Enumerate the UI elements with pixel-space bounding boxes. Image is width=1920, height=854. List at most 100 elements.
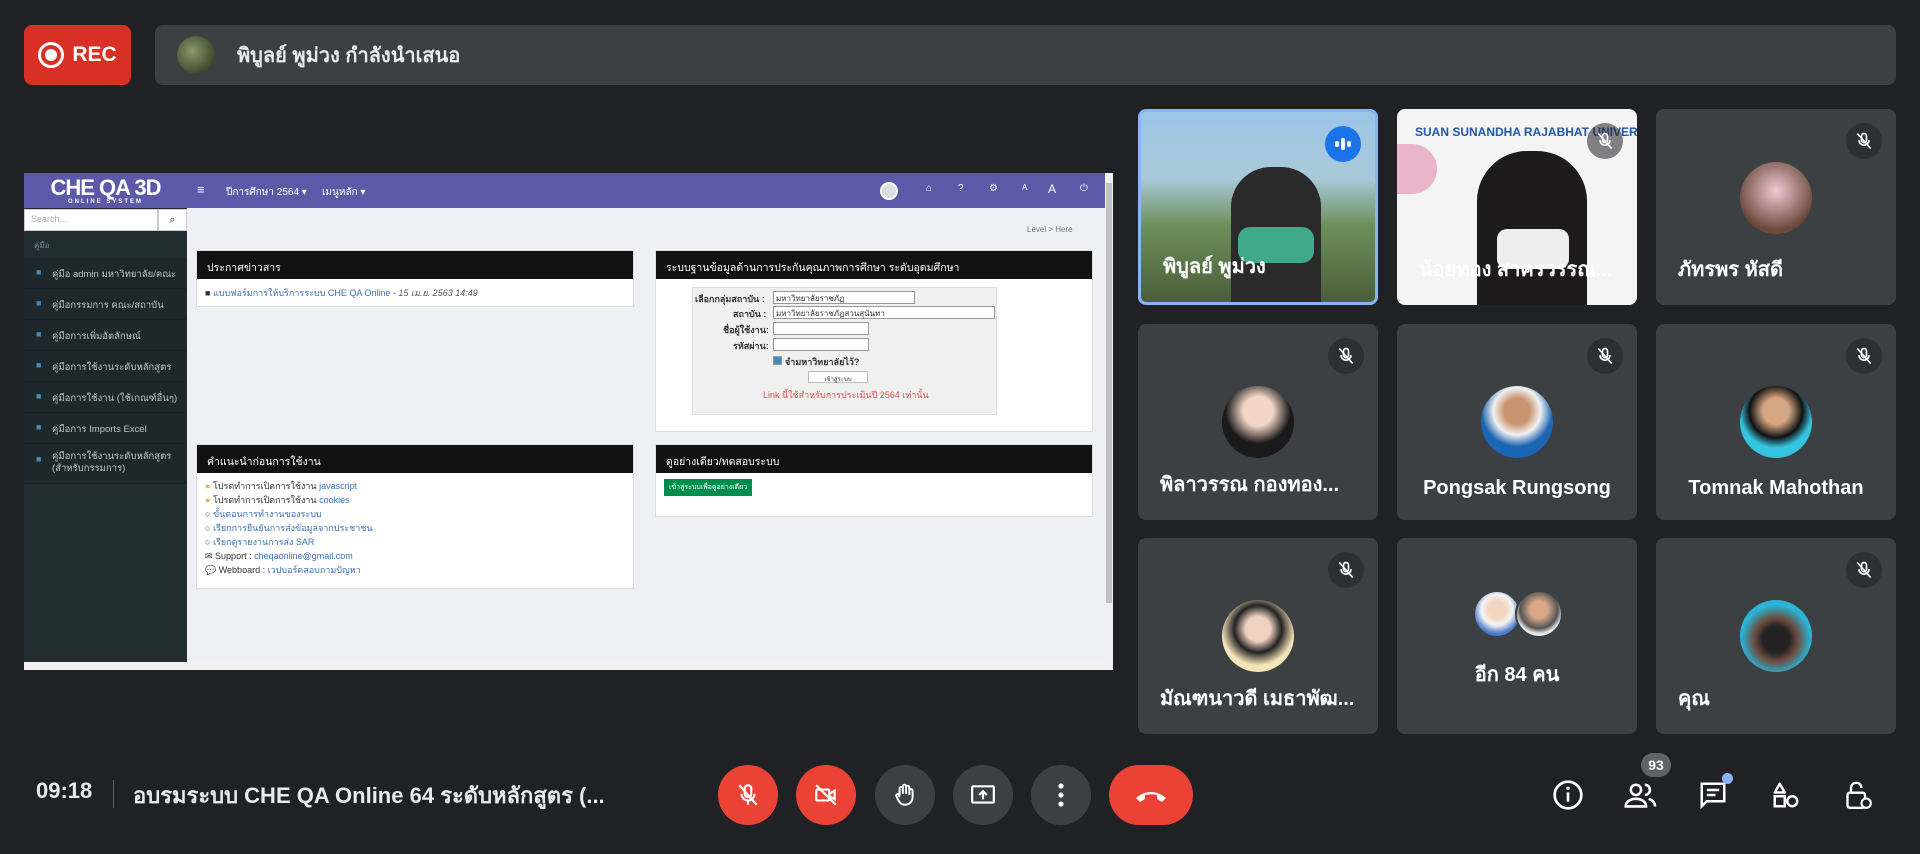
advice-line[interactable]: ○ ขั้นตอนการทำงานของระบบ	[205, 507, 625, 521]
presenter-avatar	[177, 36, 215, 74]
participant-avatar	[1740, 600, 1812, 672]
raise-hand-button[interactable]	[875, 765, 935, 825]
people-icon	[1624, 783, 1657, 808]
participant-name: Tomnak Mahothan	[1688, 477, 1864, 499]
advice-title: คำแนะนำก่อนการใช้งาน	[197, 445, 633, 473]
remember-checkbox[interactable]	[773, 356, 782, 365]
font-small-icon[interactable]: A	[1022, 183, 1027, 192]
che-header-bar	[24, 173, 1113, 208]
font-large-icon[interactable]: A	[1048, 182, 1056, 196]
more-options-button[interactable]	[1031, 765, 1091, 825]
mic-off-icon	[1587, 123, 1623, 159]
login-title: ระบบฐานข้อมูลด้านการประกันคุณภาพการศึกษา…	[656, 251, 1092, 279]
participant-avatar	[1515, 590, 1563, 638]
search-icon[interactable]: ⌕	[158, 209, 187, 231]
participant-avatar	[1740, 162, 1812, 234]
presenter-text: พิบูลย์ พูม่วง กำลังนำเสนอ	[237, 45, 461, 67]
self-tile[interactable]: คุณ	[1656, 538, 1896, 734]
login-form: เลือกกลุ่มสถาบัน : มหาวิทยาลัยราชภัฏ สถา…	[692, 287, 997, 415]
sidebar-item[interactable]: คู่มือการ Imports Excel	[24, 413, 187, 444]
participant-name: พิลาวรรณ กองทอง...	[1160, 474, 1340, 496]
advice-panel: คำแนะนำก่อนการใช้งาน ● โปรดทำการเปิดการใ…	[196, 444, 634, 589]
more-participants-tile[interactable]: อีก 84 คน	[1397, 538, 1637, 734]
host-controls-button[interactable]	[1833, 770, 1883, 820]
mic-off-icon	[1587, 338, 1623, 374]
participant-avatar	[1740, 386, 1812, 458]
login-button[interactable]: เข้าสู่ระบบ	[808, 371, 868, 383]
sidebar-item[interactable]: คู่มือการใช้งานระดับหลักสูตร	[24, 351, 187, 382]
participant-name: ภัทรพร หัสดี	[1678, 259, 1783, 281]
logout-icon[interactable]: ⏻	[1080, 183, 1088, 194]
sidebar-item[interactable]: คู่มือการใช้งาน (ใช้เกณฑ์อื่นๆ)	[24, 382, 187, 413]
camera-off-icon	[815, 784, 837, 806]
demo-panel: ดูอย่างเดียว/ทดสอบระบบ เข้าสู่ระบบเพื่อด…	[655, 444, 1093, 517]
participant-avatar	[1473, 590, 1521, 638]
present-button[interactable]	[953, 765, 1013, 825]
news-title: ประกาศข่าวสาร	[197, 251, 633, 279]
username-input[interactable]	[773, 322, 869, 335]
participant-tile[interactable]: SUAN SUNANDHA RAJABHAT UNIVERSITY น้อยทอ…	[1397, 109, 1637, 305]
recording-indicator[interactable]: REC	[24, 25, 131, 85]
news-panel: ประกาศข่าวสาร ■ แบบฟอร์มการให้บริการระบบ…	[196, 250, 634, 307]
news-item: ■ แบบฟอร์มการให้บริการระบบ CHE QA Online…	[205, 288, 478, 298]
more-participants-label: อีก 84 คน	[1474, 664, 1560, 686]
group-select[interactable]: มหาวิทยาลัยราชภัฏ	[773, 291, 915, 304]
camera-toggle-button[interactable]	[796, 765, 856, 825]
participant-name: น้อยทอง สาครวรรณ...	[1419, 259, 1613, 281]
advice-line[interactable]: ○ เรียกการยืนยันการส่งข้อมูลจากประชาชน	[205, 521, 625, 535]
advice-line[interactable]: ○ เรียกดูรายงานการส่ง SAR	[205, 535, 625, 549]
present-icon	[971, 785, 995, 804]
divider	[113, 780, 114, 808]
mic-off-icon	[1846, 338, 1882, 374]
participant-tile[interactable]: พิลาวรรณ กองทอง...	[1138, 324, 1378, 520]
mic-off-icon	[1328, 338, 1364, 374]
participant-tile[interactable]: ภัทรพร หัสดี	[1656, 109, 1896, 305]
participant-tile[interactable]: มัณฑนาวดี เมธาพัฒ...	[1138, 538, 1378, 734]
participant-avatar	[1222, 600, 1294, 672]
year-menu[interactable]: ปีการศึกษา 2564 ▾	[226, 185, 307, 200]
participant-name: Pongsak Rungsong	[1423, 477, 1611, 499]
people-button[interactable]	[1616, 770, 1666, 820]
participant-name: มัณฑนาวดี เมธาพัฒ...	[1160, 688, 1355, 710]
che-logo: CHE QA 3D ONLINE SYSTEM	[24, 173, 187, 208]
institution-select[interactable]: มหาวิทยาลัยราชภัฏสวนสุนันทา	[773, 306, 995, 319]
participant-avatar	[1222, 386, 1294, 458]
hamburger-icon[interactable]: ≡	[197, 182, 205, 197]
help-icon[interactable]: ?	[958, 183, 964, 194]
webboard-line: 💬 Webboard : เวปบอร์ดสอบถามปัญหา	[205, 565, 361, 575]
host-controls-icon	[1846, 781, 1872, 809]
participant-name: คุณ	[1678, 688, 1710, 710]
sidebar-item[interactable]: คู่มือการใช้งานระดับหลักสูตร (สำหรับกรรม…	[24, 444, 187, 484]
end-call-button[interactable]	[1109, 765, 1193, 825]
sidebar-item[interactable]: คู่มือ admin มหาวิทยาลัย/คณะ	[24, 258, 187, 289]
mic-off-icon	[1328, 552, 1364, 588]
sidebar-search-input[interactable]: Search...	[24, 209, 158, 231]
end-call-icon	[1136, 792, 1166, 802]
horizontal-scrollbar[interactable]	[24, 662, 1105, 670]
participant-tile[interactable]: Pongsak Rungsong	[1397, 324, 1637, 520]
user-avatar[interactable]	[880, 182, 898, 200]
participant-tile[interactable]: พิบูลย์ พูม่วง	[1138, 109, 1378, 305]
home-icon[interactable]: ⌂	[926, 183, 932, 194]
shared-screen: CHE QA 3D ONLINE SYSTEM ≡ ปีการศึกษา 256…	[24, 173, 1113, 670]
main-menu[interactable]: เมนูหลัก ▾	[322, 185, 365, 200]
participant-tile[interactable]: Tomnak Mahothan	[1656, 324, 1896, 520]
sidebar-item[interactable]: คู่มือกรรมการ คณะ/สถาบัน	[24, 289, 187, 320]
rec-label: REC	[72, 43, 117, 66]
meeting-details-button[interactable]	[1543, 770, 1593, 820]
password-input[interactable]	[773, 338, 869, 351]
meeting-title[interactable]: อบรมระบบ CHE QA Online 64 ระดับหลักสูตร …	[133, 778, 605, 813]
demo-title: ดูอย่างเดียว/ทดสอบระบบ	[656, 445, 1092, 473]
vertical-scrollbar[interactable]	[1105, 173, 1113, 670]
mic-off-icon	[1846, 552, 1882, 588]
sidebar-header: คู่มือ	[34, 241, 50, 250]
record-icon	[38, 42, 65, 68]
presenter-banner: พิบูลย์ พูม่วง กำลังนำเสนอ	[155, 25, 1896, 85]
more-icon	[1058, 783, 1064, 807]
activities-button[interactable]	[1761, 770, 1811, 820]
login-note: Link นี้ใช้สำหรับการประเมินปี 2564 เท่าน…	[763, 390, 929, 400]
demo-button[interactable]: เข้าสู่ระบบเพื่อดูอย่างเดียว	[664, 479, 753, 496]
sidebar-item[interactable]: คู่มือการเพิ่มอัตลักษณ์	[24, 320, 187, 351]
mic-toggle-button[interactable]	[718, 765, 778, 825]
settings-icon[interactable]: ⚙	[989, 183, 998, 194]
